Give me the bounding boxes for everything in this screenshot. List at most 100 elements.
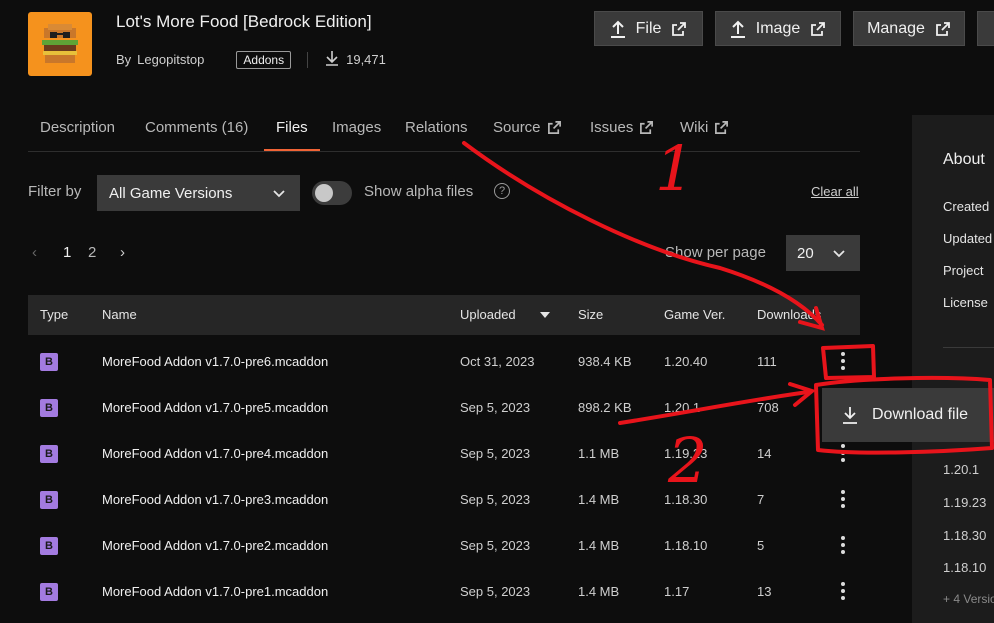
burger-icon [42, 24, 78, 63]
file-uploaded: Sep 5, 2023 [460, 446, 531, 461]
sidebar-version[interactable]: 1.20.1 [943, 462, 979, 477]
table-row[interactable]: B MoreFood Addon v1.7.0-pre5.mcaddon Sep… [28, 385, 860, 431]
row-menu-button[interactable] [840, 536, 846, 556]
files-table-header: Type Name Uploaded Size Game Ver. Downlo… [28, 295, 860, 335]
alpha-files-toggle[interactable] [312, 181, 352, 205]
file-name[interactable]: MoreFood Addon v1.7.0-pre2.mcaddon [102, 523, 328, 569]
file-uploaded: Sep 5, 2023 [460, 584, 531, 599]
external-link-icon [547, 121, 561, 134]
file-name[interactable]: MoreFood Addon v1.7.0-pre1.mcaddon [102, 569, 328, 615]
file-name[interactable]: MoreFood Addon v1.7.0-pre3.mcaddon [102, 477, 328, 523]
col-name[interactable]: Name [102, 307, 137, 322]
external-link-icon [715, 121, 729, 134]
tab-source[interactable]: Source [493, 119, 562, 136]
col-game-version[interactable]: Game Ver. [664, 307, 725, 322]
table-row[interactable]: B MoreFood Addon v1.7.0-pre2.mcaddon Sep… [28, 523, 860, 569]
manage-button[interactable]: Manage [853, 11, 965, 46]
release-type-badge: B [40, 491, 58, 509]
file-game-version: 1.19.23 [664, 446, 708, 461]
download-icon [843, 407, 857, 424]
game-version-select[interactable]: All Game Versions [97, 175, 300, 211]
release-type-badge: B [40, 537, 58, 555]
sidebar-version[interactable]: 1.18.10 [943, 560, 986, 575]
tab-files[interactable]: Files [276, 119, 308, 136]
table-row[interactable]: B MoreFood Addon v1.7.0-pre6.mcaddon Oct… [28, 339, 860, 385]
about-sidebar: About Created Updated Project License 1.… [912, 115, 994, 623]
row-menu-button[interactable] [840, 444, 846, 464]
file-game-version: 1.18.10 [664, 538, 708, 553]
file-size: 1.1 MB [578, 446, 620, 461]
about-created: Created [943, 199, 990, 214]
tab-images[interactable]: Images [332, 119, 381, 136]
file-name[interactable]: MoreFood Addon v1.7.0-pre6.mcaddon [102, 339, 328, 385]
file-uploaded: Sep 5, 2023 [460, 492, 531, 507]
toggle-knob [315, 184, 333, 202]
about-title: About [943, 151, 985, 168]
download-count-icon [324, 50, 340, 69]
upload-image-button[interactable]: Image [715, 11, 841, 46]
per-page-value: 20 [797, 244, 814, 262]
table-row[interactable]: B MoreFood Addon v1.7.0-pre4.mcaddon Sep… [28, 431, 860, 477]
help-icon[interactable]: ? [494, 183, 510, 199]
category-badge[interactable]: Addons [236, 50, 292, 69]
col-size[interactable]: Size [578, 307, 603, 322]
upload-icon [730, 20, 745, 38]
filter-label: Filter by [28, 183, 82, 200]
file-downloads: 13 [757, 584, 772, 599]
row-menu-button[interactable] [840, 582, 846, 602]
file-size: 938.4 KB [578, 354, 632, 369]
file-game-version: 1.18.30 [664, 492, 708, 507]
upload-file-button[interactable]: File [594, 11, 703, 46]
sidebar-version[interactable]: 1.18.30 [943, 528, 986, 543]
author-link[interactable]: Legopitstop [137, 52, 204, 67]
release-type-badge: B [40, 445, 58, 463]
more-actions-button[interactable] [977, 11, 994, 46]
external-link-icon [640, 121, 654, 134]
col-downloads[interactable]: Downloads [757, 307, 821, 322]
file-size: 1.4 MB [578, 492, 620, 507]
col-type[interactable]: Type [40, 307, 68, 322]
project-title: Lot's More Food [Bedrock Edition] [116, 12, 372, 31]
file-uploaded: Sep 5, 2023 [460, 538, 531, 553]
page-1-button[interactable]: 1 [63, 244, 71, 261]
tab-issues[interactable]: Issues [590, 119, 654, 136]
download-count: 19,471 [346, 52, 386, 67]
col-uploaded[interactable]: Uploaded [460, 307, 516, 322]
sort-desc-icon[interactable] [540, 312, 550, 318]
project-logo [28, 12, 92, 76]
next-page-button[interactable]: › [120, 244, 125, 261]
row-menu-button[interactable] [840, 352, 846, 372]
per-page-select[interactable]: 20 [786, 235, 860, 271]
table-row[interactable]: B MoreFood Addon v1.7.0-pre1.mcaddon Sep… [28, 569, 860, 615]
external-link-icon [672, 21, 687, 36]
tab-wiki[interactable]: Wiki [680, 119, 729, 136]
release-type-badge: B [40, 353, 58, 371]
active-tab-indicator [264, 149, 320, 151]
manage-label: Manage [867, 19, 925, 37]
file-size: 1.4 MB [578, 538, 620, 553]
file-uploaded: Oct 31, 2023 [460, 354, 535, 369]
upload-image-label: Image [755, 19, 801, 37]
sidebar-version[interactable]: 1.19.23 [943, 495, 986, 510]
game-version-selected: All Game Versions [109, 184, 233, 202]
tab-description[interactable]: Description [40, 119, 115, 136]
tab-comments[interactable]: Comments (16) [145, 119, 248, 136]
alpha-files-label: Show alpha files [364, 183, 474, 200]
tab-relations[interactable]: Relations [405, 119, 468, 136]
file-game-version: 1.20.1 [664, 400, 701, 415]
about-license: License [943, 295, 988, 310]
project-byline: By Legopitstop Addons 19,471 [116, 50, 386, 69]
file-name[interactable]: MoreFood Addon v1.7.0-pre4.mcaddon [102, 431, 328, 477]
chevron-down-icon [833, 250, 845, 258]
external-link-icon [936, 21, 950, 36]
row-menu-button[interactable] [840, 490, 846, 510]
sidebar-more-versions[interactable]: + 4 Versions [943, 592, 994, 606]
file-name[interactable]: MoreFood Addon v1.7.0-pre5.mcaddon [102, 385, 328, 431]
download-file-menu-item[interactable]: Download file [822, 388, 994, 442]
file-downloads: 7 [757, 492, 765, 507]
page-2-button[interactable]: 2 [88, 244, 96, 261]
table-row[interactable]: B MoreFood Addon v1.7.0-pre3.mcaddon Sep… [28, 477, 860, 523]
clear-all-link[interactable]: Clear all [811, 184, 859, 199]
file-downloads: 708 [757, 400, 779, 415]
prev-page-button[interactable]: ‹ [32, 244, 37, 261]
